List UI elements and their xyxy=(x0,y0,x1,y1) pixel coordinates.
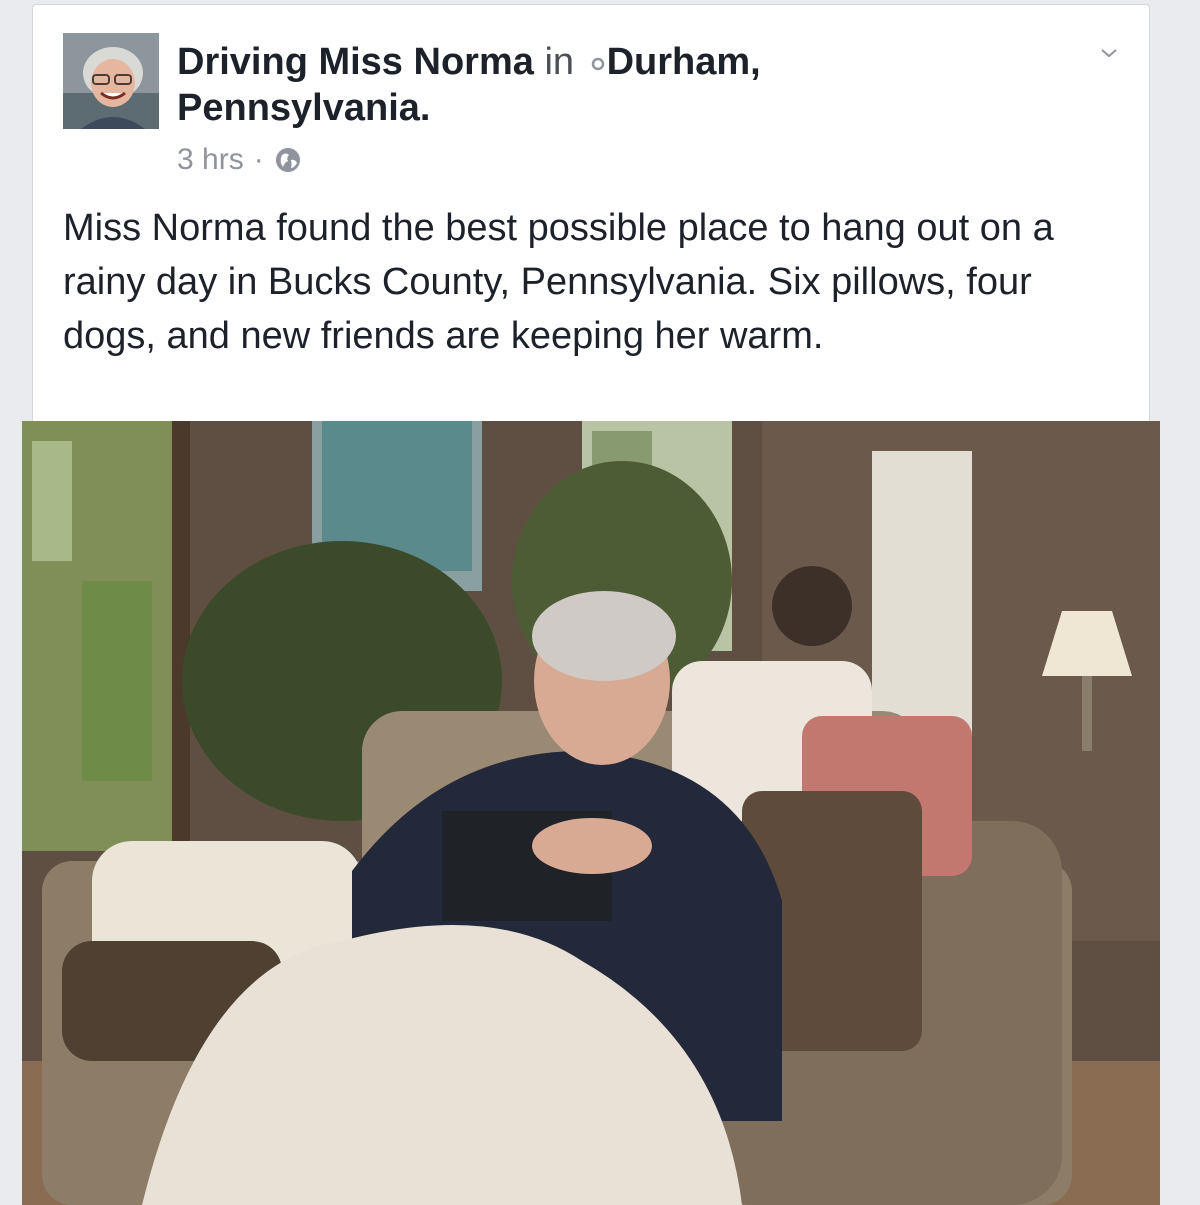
timestamp-link[interactable]: 3 hrs xyxy=(177,143,244,177)
post-header: Driving Miss Norma in Durham, Pennsylvan… xyxy=(177,39,977,131)
chevron-down-icon[interactable] xyxy=(1097,41,1121,65)
post-card: Driving Miss Norma in Durham, Pennsylvan… xyxy=(22,4,1160,1205)
in-label: in xyxy=(544,41,575,83)
post-body-text: Miss Norma found the best possible place… xyxy=(63,207,1054,357)
post-meta: 3 hrs · xyxy=(177,143,302,177)
meta-separator: · xyxy=(253,143,264,176)
author-avatar[interactable] xyxy=(63,33,159,129)
author-name-link[interactable]: Driving Miss Norma xyxy=(177,41,534,83)
post-photo[interactable] xyxy=(22,421,1160,1205)
globe-icon[interactable] xyxy=(274,146,302,174)
location-pin-icon xyxy=(589,41,607,71)
